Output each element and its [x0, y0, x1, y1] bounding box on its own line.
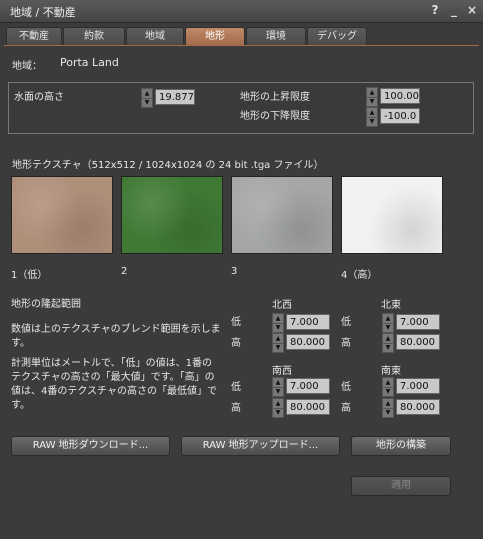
terrain-lower-label: 地形の下降限度: [240, 111, 310, 122]
tab-environment[interactable]: 環境: [246, 27, 306, 46]
spinner-down-icon[interactable]: ▼: [383, 323, 393, 332]
sw-high-spinner[interactable]: ▲ ▼: [272, 398, 284, 418]
texture-label-4: 4（高）: [341, 270, 378, 281]
texture-label-3: 3: [231, 266, 238, 277]
spinner-down-icon[interactable]: ▼: [367, 97, 377, 106]
nw-high-spinner[interactable]: ▲ ▼: [272, 333, 284, 353]
raw-upload-button[interactable]: RAW 地形アップロード...: [181, 436, 340, 456]
texture-heading: 地形テクスチャ（512x512 / 1024x1024 の 24 bit .tg…: [12, 160, 324, 171]
terrain-raise-field[interactable]: 100.00: [380, 88, 420, 104]
nw-high-field[interactable]: 80.000: [286, 334, 330, 350]
spinner-down-icon[interactable]: ▼: [273, 323, 283, 332]
se-high-spinner[interactable]: ▲ ▼: [382, 398, 394, 418]
tab-covenant[interactable]: 約款: [63, 27, 125, 46]
ne-high-spinner[interactable]: ▲ ▼: [382, 333, 394, 353]
corner-ne-label: 北東: [381, 300, 401, 311]
low-label: 低: [231, 317, 241, 328]
terrain-lower-field[interactable]: -100.0: [380, 108, 420, 124]
terrain-lower-spinner[interactable]: ▲ ▼: [366, 107, 378, 127]
spinner-down-icon[interactable]: ▼: [273, 343, 283, 352]
elevation-description-2: 計測単位はメートルで、「低」の値は、1番のテクスチャの高さの「最大値」です。「高…: [11, 358, 217, 411]
window-title: 地域 / 不動産: [10, 6, 76, 19]
spinner-down-icon[interactable]: ▼: [273, 387, 283, 396]
apply-button[interactable]: 適用: [351, 476, 451, 496]
title-bar: 地域 / 不動産 ? _ ×: [0, 0, 483, 23]
nw-low-spinner[interactable]: ▲ ▼: [272, 313, 284, 333]
terrain-raise-label: 地形の上昇限度: [240, 92, 310, 103]
region-name: Porta Land: [60, 56, 119, 69]
bake-terrain-button[interactable]: 地形の構築: [351, 436, 451, 456]
sw-high-field[interactable]: 80.000: [286, 399, 330, 415]
tab-terrain[interactable]: 地形: [185, 27, 245, 46]
terrain-raise-spinner[interactable]: ▲ ▼: [366, 87, 378, 107]
spinner-down-icon[interactable]: ▼: [142, 98, 152, 107]
elevation-heading: 地形の隆起範囲: [11, 299, 81, 310]
minimize-icon[interactable]: _: [447, 3, 461, 17]
low-label: 低: [341, 382, 351, 393]
texture-swatch-4[interactable]: [341, 176, 443, 254]
low-label: 低: [341, 317, 351, 328]
spinner-down-icon[interactable]: ▼: [367, 117, 377, 126]
texture-swatch-1[interactable]: [11, 176, 113, 254]
texture-swatch-2[interactable]: [121, 176, 223, 254]
tab-region[interactable]: 地域: [126, 27, 184, 46]
help-icon[interactable]: ?: [428, 3, 442, 17]
raw-download-button[interactable]: RAW 地形ダウンロード...: [11, 436, 170, 456]
region-label: 地域：: [12, 61, 42, 72]
high-label: 高: [231, 403, 241, 414]
se-high-field[interactable]: 80.000: [396, 399, 440, 415]
texture-label-1: 1（低）: [11, 270, 48, 281]
water-height-spinner[interactable]: ▲ ▼: [141, 88, 153, 108]
nw-low-field[interactable]: 7.000: [286, 314, 330, 330]
corner-nw-label: 北西: [272, 300, 292, 311]
corner-sw-label: 南西: [272, 366, 292, 377]
tab-estate[interactable]: 不動産: [6, 27, 62, 46]
se-low-spinner[interactable]: ▲ ▼: [382, 377, 394, 397]
water-height-label: 水面の高さ: [14, 92, 64, 103]
spinner-down-icon[interactable]: ▼: [383, 387, 393, 396]
corner-se-label: 南東: [381, 366, 401, 377]
se-low-field[interactable]: 7.000: [396, 378, 440, 394]
elevation-description-1: 数値は上のテクスチャのブレンド範囲を示します。: [11, 324, 221, 349]
texture-swatch-3[interactable]: [231, 176, 333, 254]
ne-low-spinner[interactable]: ▲ ▼: [382, 313, 394, 333]
spinner-down-icon[interactable]: ▼: [383, 408, 393, 417]
sw-low-spinner[interactable]: ▲ ▼: [272, 377, 284, 397]
spinner-down-icon[interactable]: ▼: [383, 343, 393, 352]
texture-label-2: 2: [121, 266, 128, 277]
tab-underline: [4, 45, 479, 46]
ne-low-field[interactable]: 7.000: [396, 314, 440, 330]
ne-high-field[interactable]: 80.000: [396, 334, 440, 350]
tab-debug[interactable]: デバッグ: [307, 27, 367, 46]
high-label: 高: [341, 338, 351, 349]
high-label: 高: [341, 403, 351, 414]
close-icon[interactable]: ×: [465, 3, 479, 17]
low-label: 低: [231, 382, 241, 393]
high-label: 高: [231, 338, 241, 349]
spinner-down-icon[interactable]: ▼: [273, 408, 283, 417]
water-height-field[interactable]: 19.877: [155, 89, 195, 105]
sw-low-field[interactable]: 7.000: [286, 378, 330, 394]
